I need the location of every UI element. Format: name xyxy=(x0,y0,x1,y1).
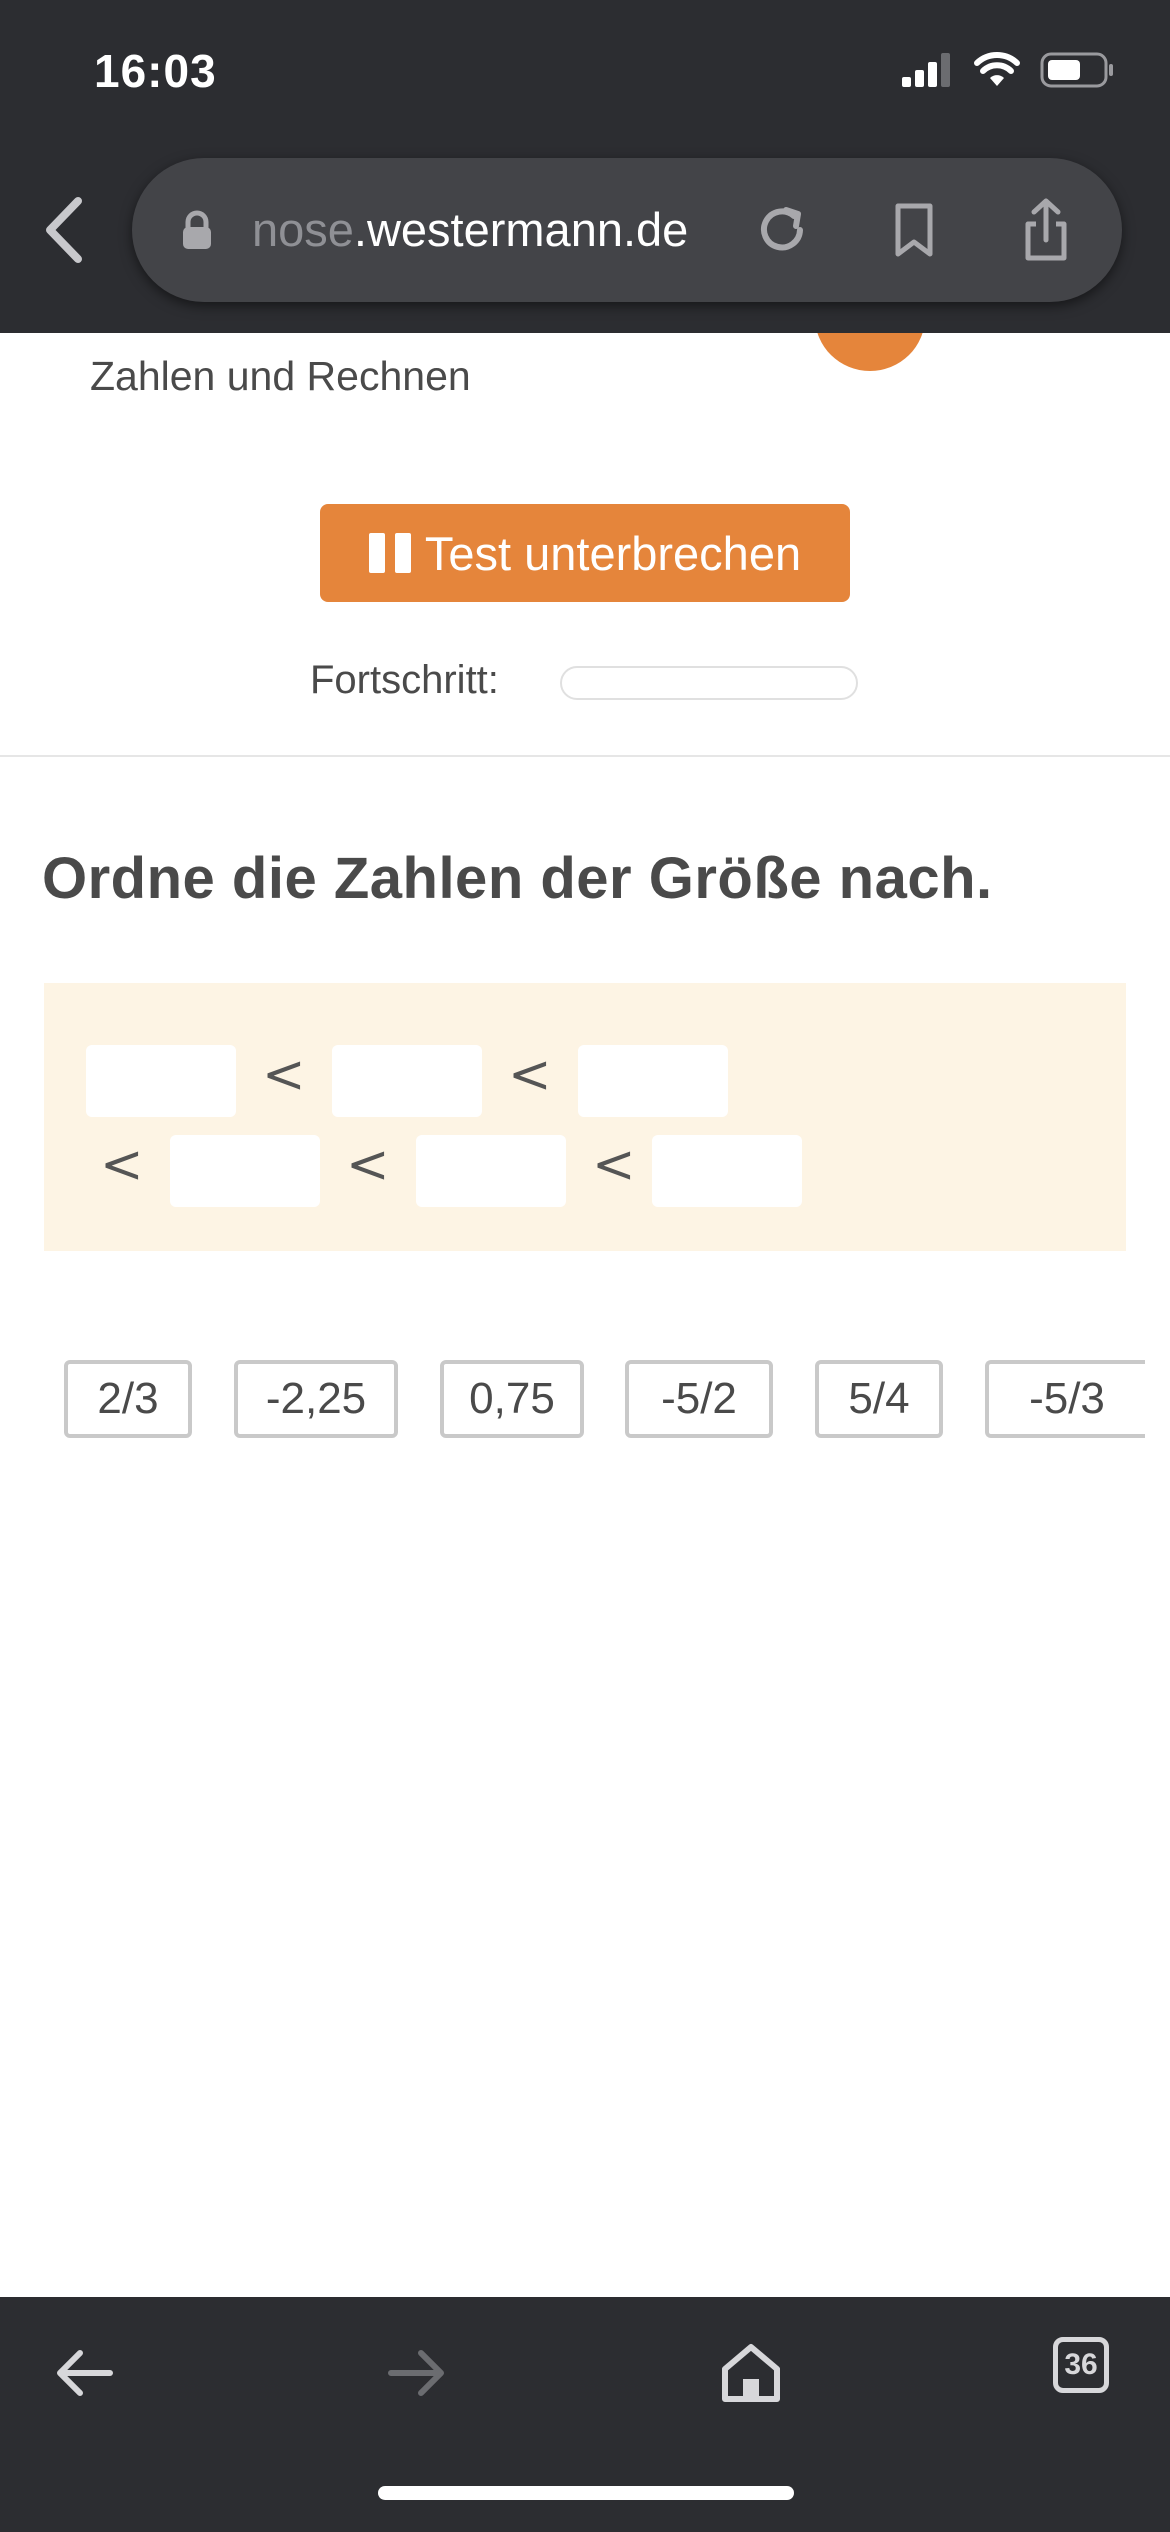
url-faded-part: nose xyxy=(252,203,354,256)
number-tile[interactable]: 0,75 xyxy=(440,1360,584,1438)
less-than-sign: < xyxy=(100,1135,144,1195)
browser-back-chevron-icon[interactable] xyxy=(40,195,90,265)
less-than-sign: < xyxy=(346,1135,390,1195)
url-text[interactable]: nose.westermann.de xyxy=(252,202,688,257)
url-domain: .westermann.de xyxy=(353,203,689,256)
bookmark-icon[interactable] xyxy=(882,198,946,262)
signal-icon xyxy=(902,53,950,87)
less-than-sign: < xyxy=(262,1045,306,1105)
wifi-icon xyxy=(974,52,1020,86)
reload-icon[interactable] xyxy=(750,198,814,262)
home-icon[interactable] xyxy=(711,2333,791,2413)
less-than-sign: < xyxy=(508,1045,552,1105)
forward-arrow-icon[interactable] xyxy=(377,2333,457,2413)
drop-slot[interactable] xyxy=(416,1135,566,1207)
pause-test-button[interactable]: Test unterbrechen xyxy=(320,504,850,602)
drop-slot[interactable] xyxy=(170,1135,320,1207)
tabs-button[interactable]: 36 xyxy=(1053,2337,1109,2393)
drop-slot[interactable] xyxy=(652,1135,802,1207)
share-icon[interactable] xyxy=(1014,198,1078,262)
status-time: 16:03 xyxy=(94,45,217,97)
subject-title: Zahlen und Rechnen xyxy=(90,353,471,399)
lock-icon xyxy=(183,210,211,249)
progress-bar xyxy=(560,666,858,700)
logo-fragment xyxy=(815,333,925,371)
pause-button-label: Test unterbrechen xyxy=(424,526,802,580)
question-text: Ordne die Zahlen der Größe nach. xyxy=(42,846,993,911)
home-indicator xyxy=(378,2486,794,2500)
progress-label: Fortschritt: xyxy=(310,658,499,702)
battery-icon xyxy=(1040,52,1113,88)
address-bar[interactable]: nose.westermann.de xyxy=(132,158,1122,302)
drop-slot[interactable] xyxy=(578,1045,728,1117)
number-tile[interactable]: -2,25 xyxy=(234,1360,398,1438)
status-icons xyxy=(902,52,1114,88)
answer-drop-area[interactable]: < < < < < xyxy=(44,983,1126,1251)
browser-top-bar: 16:03 nose.westermann.de xyxy=(0,0,1170,333)
drop-slot[interactable] xyxy=(86,1045,236,1117)
number-tile[interactable]: 2/3 xyxy=(64,1360,192,1438)
divider xyxy=(0,755,1170,757)
number-tile[interactable]: 5/4 xyxy=(815,1360,943,1438)
page-content: Zahlen und Rechnen Test unterbrechen For… xyxy=(0,333,1170,2297)
back-arrow-icon[interactable] xyxy=(44,2333,124,2413)
less-than-sign: < xyxy=(592,1135,636,1195)
number-tile[interactable]: -5/3 xyxy=(985,1360,1145,1438)
drop-slot[interactable] xyxy=(332,1045,482,1117)
number-tile[interactable]: -5/2 xyxy=(625,1360,773,1438)
pause-icon xyxy=(368,533,411,573)
